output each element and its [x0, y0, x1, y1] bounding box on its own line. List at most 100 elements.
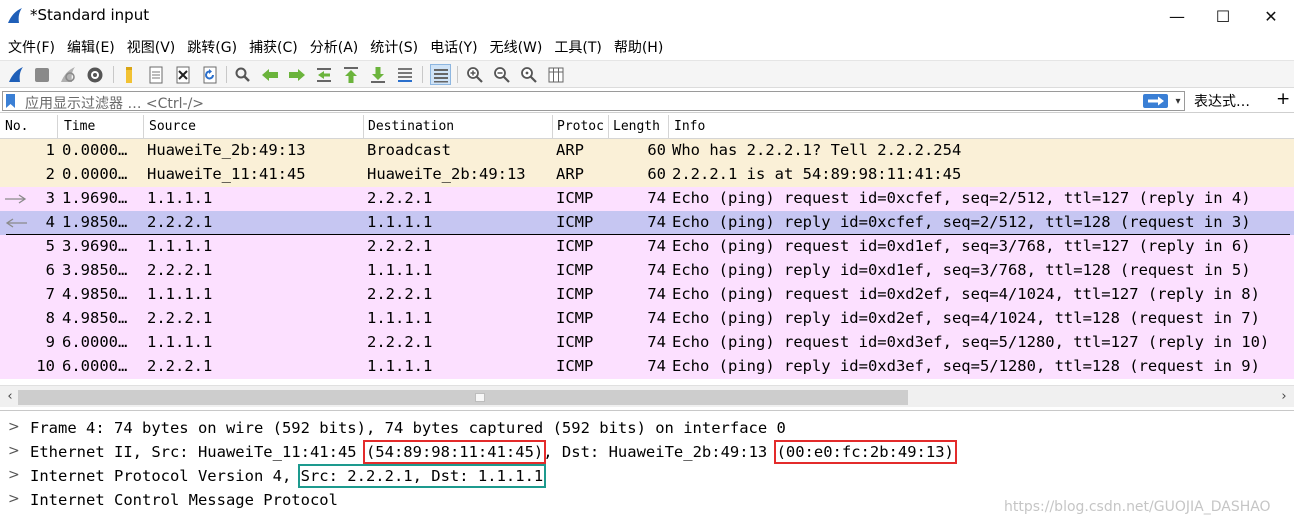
close-file-icon[interactable]: [172, 64, 193, 85]
packet-info: Echo (ping) reply id=0xd3ef, seq=5/1280,…: [672, 357, 1260, 375]
expand-icon[interactable]: >: [8, 491, 20, 507]
packet-length: 74: [647, 213, 666, 231]
scroll-right-icon[interactable]: ›: [1276, 388, 1292, 404]
menu-statistics[interactable]: 统计(S): [364, 34, 424, 58]
go-forward-icon[interactable]: [286, 64, 307, 85]
go-first-icon[interactable]: [340, 64, 361, 85]
column-header-source[interactable]: Source: [149, 119, 196, 134]
detail-row-ethernet[interactable]: > Ethernet II, Src: HuaweiTe_11:41:45 (5…: [0, 440, 1294, 465]
packet-row[interactable]: 3 1.9690… 1.1.1.1 2.2.2.1 ICMP 74 Echo (…: [0, 187, 1294, 211]
column-header-no[interactable]: No.: [5, 119, 28, 134]
bookmark-icon[interactable]: [6, 94, 15, 108]
packet-length: 60: [647, 141, 666, 159]
packet-row-selected[interactable]: 4 1.9850… 2.2.2.1 1.1.1.1 ICMP 74 Echo (…: [0, 211, 1294, 235]
scrollbar-thumb[interactable]: [18, 390, 908, 405]
open-file-icon[interactable]: [118, 64, 139, 85]
zoom-in-icon[interactable]: [464, 64, 485, 85]
packet-length: 74: [647, 261, 666, 279]
detail-row-ipv4[interactable]: > Internet Protocol Version 4, Src: 2.2.…: [0, 464, 1294, 489]
packet-info: 2.2.2.1 is at 54:89:98:11:41:45: [672, 165, 962, 183]
menu-help[interactable]: 帮助(H): [608, 34, 669, 58]
scroll-left-icon[interactable]: ‹: [2, 388, 18, 404]
go-back-icon[interactable]: [259, 64, 280, 85]
display-filter-input[interactable]: 应用显示过滤器 … <Ctrl-/> ▾: [2, 91, 1185, 112]
column-header-length[interactable]: Length: [613, 119, 660, 134]
apply-filter-button[interactable]: [1143, 94, 1168, 108]
column-header-info[interactable]: Info: [674, 119, 705, 134]
autoscroll-icon[interactable]: [394, 64, 415, 85]
packet-list-hscrollbar[interactable]: ‹ ›: [0, 385, 1294, 407]
expand-icon[interactable]: >: [8, 443, 20, 459]
menu-edit[interactable]: 编辑(E): [61, 34, 121, 58]
expand-icon[interactable]: >: [8, 467, 20, 483]
reload-file-icon[interactable]: [199, 64, 220, 85]
close-button[interactable]: ✕: [1248, 0, 1294, 32]
arrow-right-icon: [1147, 96, 1164, 106]
minimize-button[interactable]: —: [1154, 0, 1200, 32]
menu-go[interactable]: 跳转(G): [181, 34, 243, 58]
display-filter-bar: 应用显示过滤器 … <Ctrl-/> ▾ 表达式… +: [0, 89, 1294, 113]
packet-row[interactable]: 1 0.0000… HuaweiTe_2b:49:13 Broadcast AR…: [0, 139, 1294, 163]
packet-row[interactable]: 8 4.9850… 2.2.2.1 1.1.1.1 ICMP 74 Echo (…: [0, 307, 1294, 331]
column-divider[interactable]: [363, 115, 364, 139]
add-filter-button[interactable]: +: [1276, 89, 1290, 109]
go-last-icon[interactable]: [367, 64, 388, 85]
resize-columns-icon[interactable]: [545, 64, 566, 85]
detail-row-frame[interactable]: > Frame 4: 74 bytes on wire (592 bits), …: [0, 417, 1294, 441]
menu-tools[interactable]: 工具(T): [548, 34, 607, 58]
packet-list-header: No. Time Source Destination Protoc Lengt…: [0, 115, 1294, 139]
capture-options-icon[interactable]: [84, 64, 105, 85]
packet-info: Echo (ping) reply id=0xcfef, seq=2/512, …: [672, 213, 1251, 231]
packet-info: Echo (ping) reply id=0xd1ef, seq=3/768, …: [672, 261, 1251, 279]
icmp-summary: Internet Control Message Protocol: [30, 491, 338, 509]
go-to-packet-icon[interactable]: [313, 64, 334, 85]
chevron-down-icon[interactable]: ▾: [1171, 92, 1185, 110]
packet-list: No. Time Source Destination Protoc Lengt…: [0, 115, 1294, 381]
column-header-time[interactable]: Time: [64, 119, 95, 134]
menu-wireless[interactable]: 无线(W): [484, 34, 549, 58]
packet-row[interactable]: 2 0.0000… HuaweiTe_11:41:45 HuaweiTe_2b:…: [0, 163, 1294, 187]
expand-icon[interactable]: >: [8, 419, 20, 435]
menu-file[interactable]: 文件(F): [2, 34, 61, 58]
packet-row[interactable]: 10 6.0000… 2.2.2.1 1.1.1.1 ICMP 74 Echo …: [0, 355, 1294, 379]
start-capture-icon[interactable]: [5, 64, 26, 85]
toolbar-separator: [226, 66, 227, 83]
toolbar-separator: [422, 66, 423, 83]
scrollbar-grip: [475, 393, 485, 402]
save-file-icon[interactable]: [145, 64, 166, 85]
column-divider[interactable]: [143, 115, 144, 139]
find-packet-icon[interactable]: [232, 64, 253, 85]
zoom-normal-icon[interactable]: [518, 64, 539, 85]
menu-view[interactable]: 视图(V): [121, 34, 182, 58]
packet-row[interactable]: 7 4.9850… 1.1.1.1 2.2.2.1 ICMP 74 Echo (…: [0, 283, 1294, 307]
ipv4-summary: Internet Protocol Version 4, Src: 2.2.2.…: [30, 464, 547, 488]
column-divider[interactable]: [57, 115, 58, 139]
ethernet-mid: , Dst: HuaweiTe_2b:49:13: [543, 443, 777, 461]
column-header-destination[interactable]: Destination: [368, 119, 454, 134]
zoom-out-icon[interactable]: [491, 64, 512, 85]
expression-button[interactable]: 表达式…: [1194, 91, 1250, 111]
stop-capture-icon[interactable]: [31, 64, 52, 85]
menu-telephony[interactable]: 电话(Y): [424, 34, 483, 58]
packet-row[interactable]: 6 3.9850… 2.2.2.1 1.1.1.1 ICMP 74 Echo (…: [0, 259, 1294, 283]
close-icon: ✕: [1264, 6, 1278, 26]
watermark: https://blog.csdn.net/GUOJIA_DASHAO: [1004, 499, 1271, 515]
restart-capture-icon[interactable]: [57, 64, 78, 85]
packet-row[interactable]: 5 3.9690… 1.1.1.1 2.2.2.1 ICMP 74 Echo (…: [0, 235, 1294, 259]
colorize-icon[interactable]: [430, 64, 451, 85]
packet-info: Echo (ping) request id=0xcfef, seq=2/512…: [672, 189, 1251, 207]
column-divider[interactable]: [608, 115, 609, 139]
packet-info: Echo (ping) request id=0xd3ef, seq=5/128…: [672, 333, 1270, 351]
packet-length: 74: [647, 357, 666, 375]
packet-row[interactable]: 9 6.0000… 1.1.1.1 2.2.2.1 ICMP 74 Echo (…: [0, 331, 1294, 355]
column-divider[interactable]: [668, 115, 669, 139]
minimize-icon: —: [1169, 6, 1185, 26]
menu-analyze[interactable]: 分析(A): [304, 34, 365, 58]
column-divider[interactable]: [552, 115, 553, 139]
ethernet-prefix: Ethernet II, Src: HuaweiTe_11:41:45: [30, 443, 366, 461]
menu-capture[interactable]: 捕获(C): [243, 34, 304, 58]
packet-length: 74: [647, 189, 666, 207]
main-toolbar: [0, 60, 1294, 88]
maximize-button[interactable]: ☐: [1200, 0, 1246, 32]
column-header-protocol[interactable]: Protoc: [557, 119, 604, 134]
